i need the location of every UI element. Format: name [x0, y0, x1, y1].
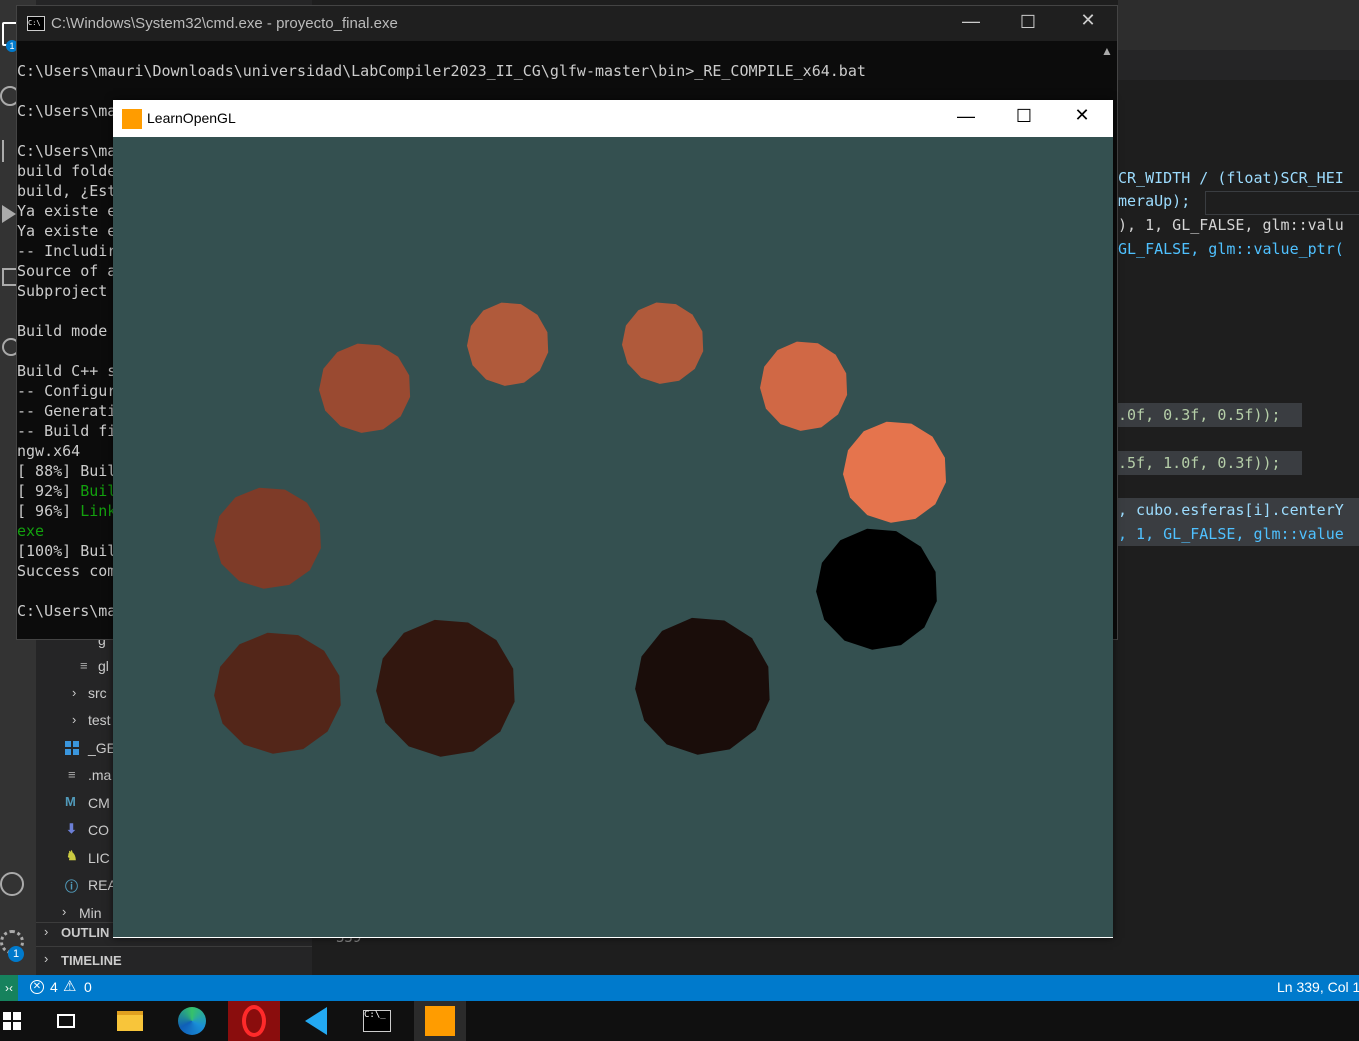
file-lines-icon: ≡	[80, 658, 88, 673]
cmd-scroll-up[interactable]: ▲	[1101, 44, 1113, 58]
cursor-position[interactable]: Ln 339, Col 1	[1277, 979, 1359, 995]
outline-section-header[interactable]: OUTLIN	[61, 925, 109, 940]
vscode-titlebar	[1118, 0, 1359, 50]
chevron-right-icon[interactable]: ›	[72, 712, 76, 727]
cmd-titlebar[interactable]: C:\ C:\Windows\System32\cmd.exe - proyec…	[17, 6, 1117, 41]
warning-icon[interactable]: ⚠	[63, 977, 76, 995]
timeline-section-header[interactable]: TIMELINE	[61, 953, 122, 968]
taskbar: C:\_	[0, 1001, 1359, 1041]
accounts-icon[interactable]	[0, 872, 24, 896]
cmd-output-line: ngw.x64	[17, 442, 81, 460]
cmd-output-line: C:\Users\mauri\Downloads\universidad\Lab…	[17, 62, 866, 80]
cmd-output-line: [ 88%] Buil	[17, 462, 117, 480]
tree-item-cm[interactable]: CM	[88, 795, 110, 811]
tree-item-co[interactable]: CO	[88, 822, 109, 838]
terminal-icon[interactable]: C:\_	[351, 1001, 403, 1041]
edge-icon[interactable]	[166, 1001, 218, 1041]
info-icon: ⓘ	[65, 879, 79, 894]
source-control-icon[interactable]	[2, 140, 16, 162]
cmd-output-line: -- Generati	[17, 402, 117, 420]
code-line: .5f, 1.0f, 0.3f));	[1118, 454, 1281, 472]
cmd-output-line: -- Build fi	[17, 422, 117, 440]
chevron-right-icon[interactable]: ›	[44, 924, 48, 939]
cmd-output-line: build, ¿Est	[17, 182, 117, 200]
cmd-output-line: Success com	[17, 562, 117, 580]
code-line: GL_FALSE, glm::value_ptr(	[1118, 240, 1344, 258]
code-line: CR_WIDTH / (float)SCR_HEI	[1118, 169, 1344, 187]
code-line: , cubo.esferas[i].centerY	[1118, 501, 1344, 519]
tree-item-test[interactable]: test	[88, 712, 111, 728]
cmd-output-line: Build mode	[17, 322, 117, 340]
maximize-button[interactable]: ☐	[1001, 106, 1047, 127]
download-arrow-icon: ⬇	[66, 821, 77, 836]
tree-item-src[interactable]: src	[88, 685, 107, 701]
minimize-button[interactable]: —	[948, 11, 994, 32]
chevron-right-icon[interactable]: ›	[72, 685, 76, 700]
chevron-right-icon[interactable]: ›	[62, 904, 66, 919]
code-line: , 1, GL_FALSE, glm::value	[1118, 525, 1344, 543]
tree-item-lic[interactable]: LIC	[88, 850, 110, 866]
error-icon[interactable]: ✕	[30, 980, 44, 994]
error-count[interactable]: 4	[50, 979, 58, 995]
opengl-canvas[interactable]	[113, 137, 1113, 937]
close-button[interactable]: ✕	[1059, 105, 1105, 126]
cmd-output-line: exe	[17, 522, 45, 540]
vscode-icon[interactable]	[290, 1001, 342, 1041]
start-icon[interactable]	[0, 1001, 38, 1041]
cmd-icon: C:\	[27, 16, 45, 31]
code-line: .0f, 0.3f, 0.5f));	[1118, 406, 1281, 424]
cmd-output-line: Source of a	[17, 262, 117, 280]
cmd-output-line: Ya existe e	[17, 202, 117, 220]
app-icon	[122, 109, 142, 129]
cmd-output-line: C:\Users\ma	[17, 142, 117, 160]
license-icon: ♞	[66, 848, 78, 863]
remote-indicator[interactable]: ›‹	[0, 975, 18, 1001]
settings-badge: 1	[8, 946, 24, 962]
selection-highlight	[1205, 191, 1359, 215]
tree-item[interactable]: gl	[98, 658, 109, 674]
file-explorer-icon[interactable]	[104, 1001, 156, 1041]
file-lines-icon: ≡	[68, 767, 76, 782]
chevron-right-icon[interactable]: ›	[44, 951, 48, 966]
tree-item-ma[interactable]: .ma	[88, 767, 111, 783]
cmd-output-line: C:\Users\ma	[17, 102, 117, 120]
status-bar: ›‹ ✕ 4 ⚠ 0 Ln 339, Col 1	[0, 975, 1359, 1001]
cmake-m-icon: M	[65, 794, 76, 809]
cmd-output-line: Subproject	[17, 282, 117, 300]
learnopengl-titlebar[interactable]: LearnOpenGL — ☐ ✕	[113, 100, 1113, 137]
cmd-output-line: [ 92%] Buil	[17, 482, 117, 500]
run-debug-icon[interactable]	[2, 205, 16, 223]
cmd-output-line: [ 96%] Link	[17, 502, 117, 520]
code-line: ), 1, GL_FALSE, glm::valu	[1118, 216, 1344, 234]
learnopengl-window-title: LearnOpenGL	[147, 110, 236, 126]
close-button[interactable]: ✕	[1065, 10, 1111, 31]
cmd-output-line: -- Configur	[17, 382, 117, 400]
maximize-button[interactable]: ☐	[1005, 12, 1051, 33]
section-divider	[36, 946, 312, 947]
cmd-output-line: [100%] Buil	[17, 542, 117, 560]
warning-count[interactable]: 0	[84, 979, 92, 995]
task-view-icon[interactable]	[40, 1001, 92, 1041]
learnopengl-taskbar-icon[interactable]	[414, 1001, 466, 1041]
editor-tabs	[1118, 50, 1359, 80]
windows-icon	[65, 741, 79, 755]
cmd-window-title: C:\Windows\System32\cmd.exe - proyecto_f…	[51, 15, 398, 32]
cmd-output-line: Build C++ s	[17, 362, 117, 380]
opera-icon[interactable]	[228, 1001, 280, 1041]
cmd-output-line: C:\Users\ma	[17, 602, 117, 620]
tree-item-ge[interactable]: _GE	[88, 740, 116, 756]
learnopengl-window[interactable]: LearnOpenGL — ☐ ✕	[113, 100, 1113, 938]
tree-item-min[interactable]: Min	[79, 905, 102, 921]
cmd-output-line: build folde	[17, 162, 117, 180]
cmd-output-line: Ya existe e	[17, 222, 117, 240]
cmd-output-line: -- Includir	[17, 242, 117, 260]
minimize-button[interactable]: —	[943, 106, 989, 127]
code-line: meraUp);	[1118, 192, 1191, 210]
